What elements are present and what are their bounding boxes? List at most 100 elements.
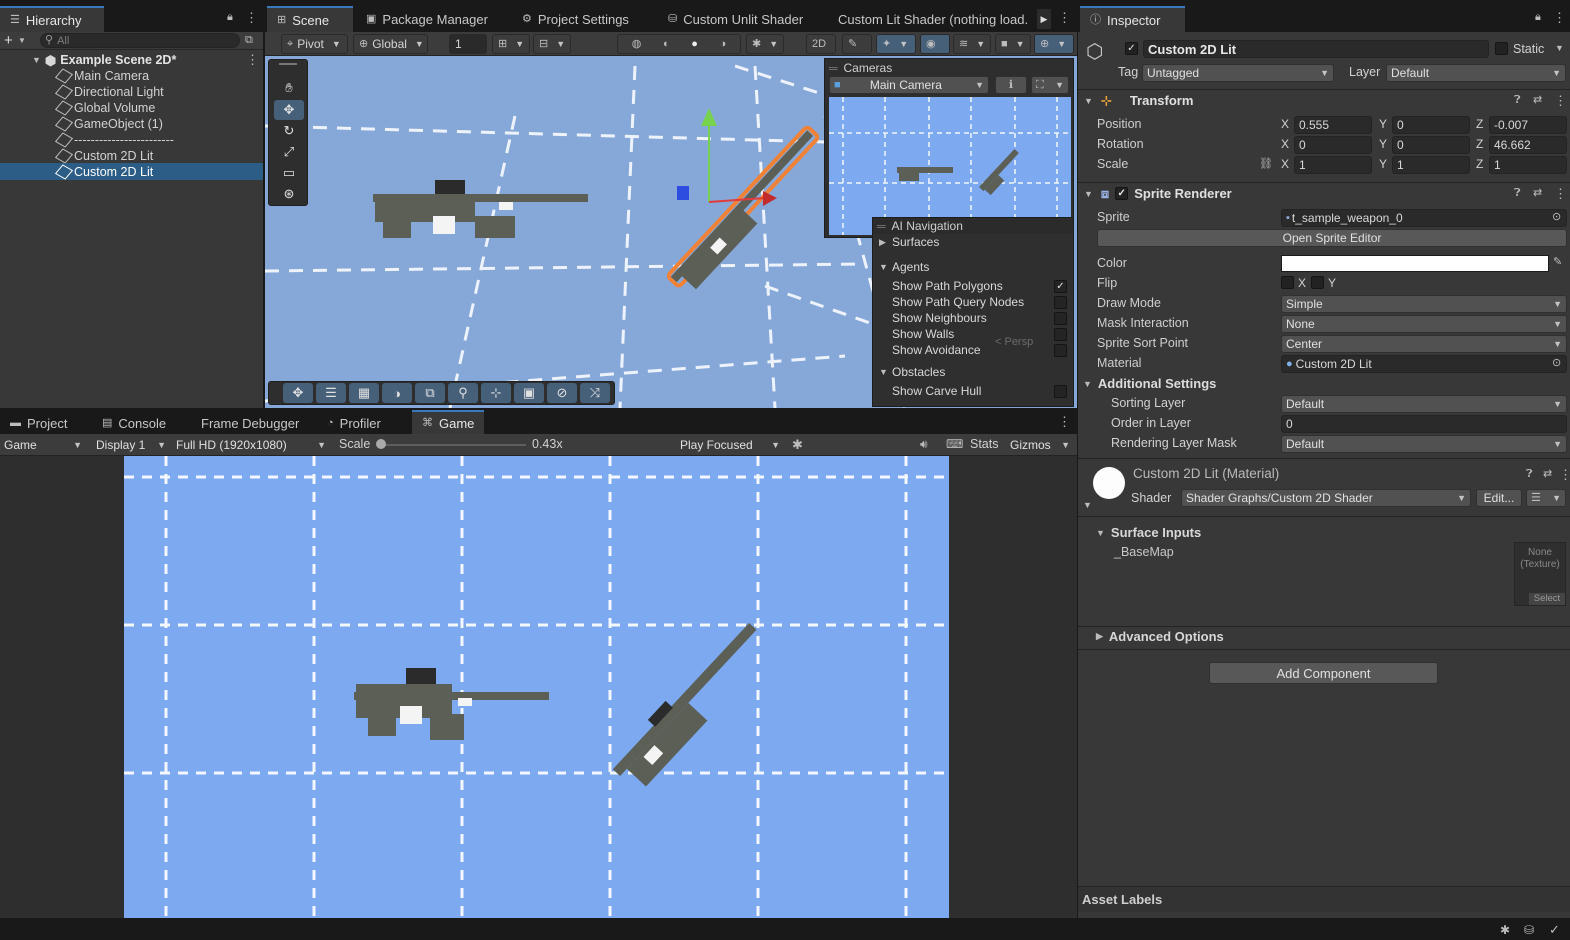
search-options-icon[interactable]: ⧉ <box>245 35 253 46</box>
chevron-down-icon[interactable]: ▼ <box>1083 501 1092 510</box>
visibility-toggle[interactable]: ◉ <box>920 34 950 54</box>
flip-x-checkbox[interactable] <box>1281 276 1294 289</box>
shader-dropdown[interactable]: Shader Graphs/Custom 2D Shader ▼ <box>1181 489 1471 507</box>
shader-edit-button[interactable]: Edit... <box>1476 489 1522 507</box>
navmesh-settings-icon[interactable]: ☰ <box>316 383 346 403</box>
scale-z-field[interactable]: 1 <box>1489 156 1567 174</box>
grid-snap-input[interactable]: 1 <box>449 34 487 54</box>
navmesh-shuffle-icon[interactable]: ⤨ <box>580 383 610 403</box>
gizmos-dropdown[interactable]: ⊕ ▼ <box>1034 34 1074 54</box>
rect-tool-icon[interactable]: ▭ <box>274 163 304 183</box>
grid-toggle[interactable]: ⊞ ▼ <box>492 34 530 54</box>
tab-frame-debugger[interactable]: Frame Debugger <box>191 410 309 436</box>
navmesh-anchor-icon[interactable]: ⊹ <box>481 383 511 403</box>
show-path-polygons-checkbox[interactable]: ✓ <box>1054 280 1067 293</box>
stats-button[interactable]: Stats <box>970 437 999 451</box>
camera-dropdown[interactable]: ■ ▼ <box>995 34 1031 54</box>
help-icon[interactable]: ❓︎ <box>1514 95 1521 106</box>
scene-menu-icon[interactable]: ⋮ <box>246 53 259 66</box>
tab-game[interactable]: ⌘ Game <box>412 410 485 434</box>
navmesh-compass-icon[interactable]: ⊘ <box>547 383 577 403</box>
hierarchy-search-input[interactable]: ⚲ All <box>40 33 240 48</box>
ai-navigation-header[interactable]: ═ AI Navigation <box>873 218 1073 234</box>
kebab-menu-icon[interactable]: ⋮ <box>1058 11 1071 24</box>
tab-package-manager[interactable]: ▣ Package Manager <box>356 6 498 32</box>
shaded-wireframe-icon[interactable]: ◐ <box>663 38 670 50</box>
position-x-field[interactable]: 0.555 <box>1294 116 1372 134</box>
lock-icon[interactable]: 🔒︎ <box>1535 12 1541 23</box>
link-icon[interactable]: ⛓ <box>1259 159 1273 170</box>
keyboard-icon[interactable]: ⌨ <box>946 438 963 450</box>
wireframe-icon[interactable]: ◍ <box>632 38 642 50</box>
kebab-menu-icon[interactable]: ⋮ <box>1553 11 1566 24</box>
show-neighbours-checkbox[interactable] <box>1054 312 1067 325</box>
mask-interaction-dropdown[interactable]: None ▼ <box>1281 315 1567 333</box>
additional-settings-foldout[interactable]: ▼ Additional Settings <box>1083 376 1216 391</box>
fx-dropdown[interactable]: ✦ ▼ <box>876 34 916 54</box>
hand-tool-icon[interactable]: ✋︎ <box>274 78 304 98</box>
tab-project[interactable]: ▬ Project <box>0 410 77 436</box>
add-component-button[interactable]: Add Component <box>1209 662 1438 684</box>
agents-foldout[interactable]: Agents <box>892 260 929 274</box>
layer-dropdown[interactable]: Default ▼ <box>1386 64 1566 82</box>
kebab-menu-icon[interactable]: ⋮ <box>245 11 258 24</box>
database-icon[interactable]: ⛁ <box>1524 924 1534 936</box>
scale-slider-thumb[interactable] <box>376 439 386 449</box>
component-menu-icon[interactable]: ⋮ <box>1554 94 1567 107</box>
persp-label[interactable]: < Persp <box>995 336 1033 348</box>
chevron-down-icon[interactable]: ▼ <box>1555 44 1564 53</box>
basemap-texture-slot[interactable]: None (Texture) Select <box>1514 542 1566 606</box>
show-path-query-nodes-checkbox[interactable] <box>1054 296 1067 309</box>
layers-dropdown[interactable]: ≋ ▼ <box>953 34 991 54</box>
audio-icon[interactable]: 🔊︎ <box>920 438 928 450</box>
show-avoidance-checkbox[interactable] <box>1054 344 1067 357</box>
debug-icon[interactable]: ✱ <box>1500 924 1510 936</box>
object-name-input[interactable]: Custom 2D Lit <box>1143 40 1489 58</box>
tag-dropdown[interactable]: Untagged ▼ <box>1142 64 1334 82</box>
scale-slider-track[interactable] <box>380 444 526 446</box>
component-menu-icon[interactable]: ⋮ <box>1554 187 1567 200</box>
camera-frame-dropdown[interactable]: ⛶ ▼ <box>1031 76 1069 94</box>
chevron-down-icon[interactable]: ▼ <box>1084 189 1093 199</box>
open-sprite-editor-button[interactable]: Open Sprite Editor <box>1097 229 1567 247</box>
navmesh-sphere-icon[interactable]: ◑ <box>382 383 412 403</box>
chevron-down-icon[interactable]: ▼ <box>18 37 26 45</box>
enabled-checkbox[interactable]: ✓ <box>1115 187 1129 200</box>
pivot-dropdown[interactable]: ⌖ Pivot ▼ <box>281 34 348 54</box>
position-y-field[interactable]: 0 <box>1392 116 1470 134</box>
lighting-toggle[interactable]: ✎ <box>842 34 872 54</box>
tab-profiler[interactable]: ◔ Profiler <box>317 410 391 436</box>
hierarchy-item[interactable]: ------------------------ <box>54 132 174 148</box>
lock-icon[interactable]: 🔒︎ <box>227 12 233 23</box>
transform-tool-icon[interactable]: ⊛ <box>274 184 304 204</box>
lighting-icon[interactable]: ◑ <box>720 38 727 50</box>
gizmos-dropdown[interactable]: Gizmos ▼ <box>1006 436 1074 454</box>
object-picker-icon[interactable]: ⊙ <box>1552 212 1561 223</box>
sprite-sort-point-dropdown[interactable]: Center ▼ <box>1281 335 1567 353</box>
active-checkbox[interactable]: ✓ <box>1125 42 1138 55</box>
resolution-dropdown[interactable]: Full HD (1920x1080) ▼ <box>172 436 330 454</box>
rotation-z-field[interactable]: 46.662 <box>1489 136 1567 154</box>
tab-custom-unlit-shader[interactable]: ⛁ Custom Unlit Shader <box>658 6 813 32</box>
debug-draw-dropdown[interactable]: ✱ ▼ <box>746 34 784 54</box>
navmesh-search-icon[interactable]: ⚲ <box>448 383 478 403</box>
order-in-layer-field[interactable]: 0 <box>1281 415 1567 433</box>
move-tool-icon[interactable]: ✥ <box>274 100 304 120</box>
draw-mode-dropdown[interactable]: Simple ▼ <box>1281 295 1567 313</box>
navmesh-move-icon[interactable]: ✥ <box>283 383 313 403</box>
camera-info-button[interactable]: ℹ <box>995 76 1027 94</box>
chevron-down-icon[interactable]: ▼ <box>879 368 888 377</box>
chevron-down-icon[interactable]: ▼ <box>32 55 41 65</box>
flip-y-checkbox[interactable] <box>1311 276 1324 289</box>
scale-y-field[interactable]: 1 <box>1392 156 1470 174</box>
scene-root-row[interactable]: ▼ ⬢ Example Scene 2D* <box>32 52 176 68</box>
transform-header[interactable]: ▼ ⊹ Transform <box>1078 89 1570 111</box>
check-circle-icon[interactable]: ✓ <box>1549 923 1560 936</box>
cameras-overlay-header[interactable]: ═ Cameras <box>829 61 892 75</box>
eyedropper-icon[interactable]: ✎ <box>1553 257 1562 268</box>
shader-options-dropdown[interactable]: ☰ ▼ <box>1526 489 1566 507</box>
presets-icon[interactable]: ⇄ <box>1543 469 1552 480</box>
tab-hierarchy[interactable]: ☰ Hierarchy <box>0 6 104 32</box>
presets-icon[interactable]: ⇄ <box>1533 188 1542 199</box>
texture-select-button[interactable]: Select <box>1529 593 1565 605</box>
